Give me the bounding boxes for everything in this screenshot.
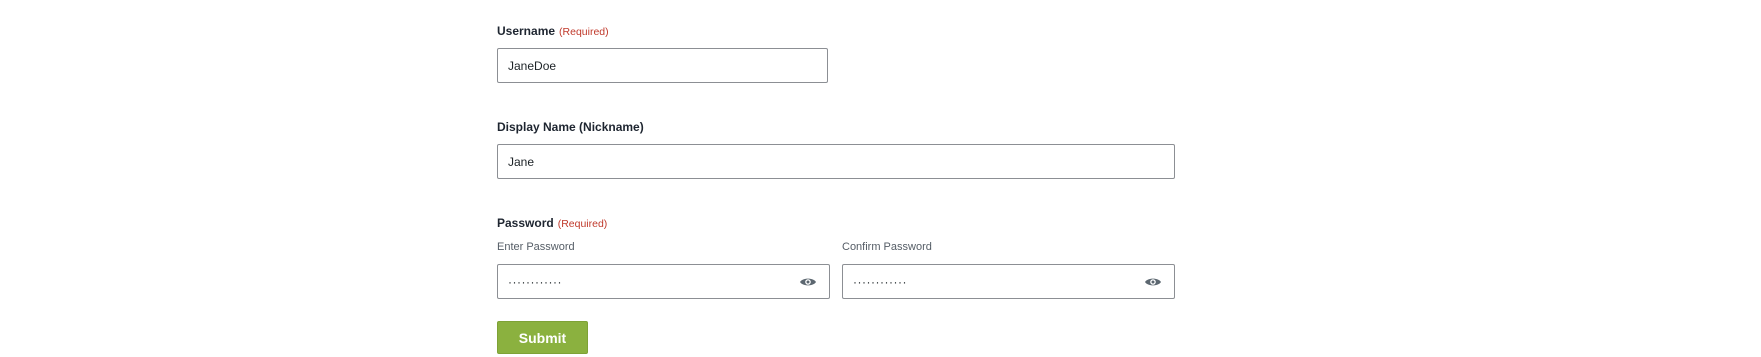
submit-button[interactable]: Submit [497, 321, 588, 354]
eye-icon-glyph [800, 278, 816, 286]
enter-password-input[interactable] [497, 264, 830, 299]
eye-icon[interactable] [1144, 276, 1162, 288]
password-required-indicator: (Required) [557, 218, 608, 230]
eye-icon[interactable] [799, 276, 817, 288]
username-input[interactable] [497, 48, 828, 83]
password-label: Password (Required) [497, 216, 607, 230]
eye-icon-glyph [1145, 278, 1161, 286]
confirm-password-input[interactable] [842, 264, 1175, 299]
username-label: Username (Required) [497, 24, 609, 38]
username-required-indicator: (Required) [559, 26, 609, 38]
enter-password-label: Enter Password [497, 241, 575, 253]
display-name-input[interactable] [497, 144, 1175, 179]
display-name-label: Display Name (Nickname) [497, 120, 644, 134]
username-label-text: Username [497, 24, 556, 38]
confirm-password-label: Confirm Password [842, 241, 932, 253]
password-label-text: Password [497, 216, 554, 230]
